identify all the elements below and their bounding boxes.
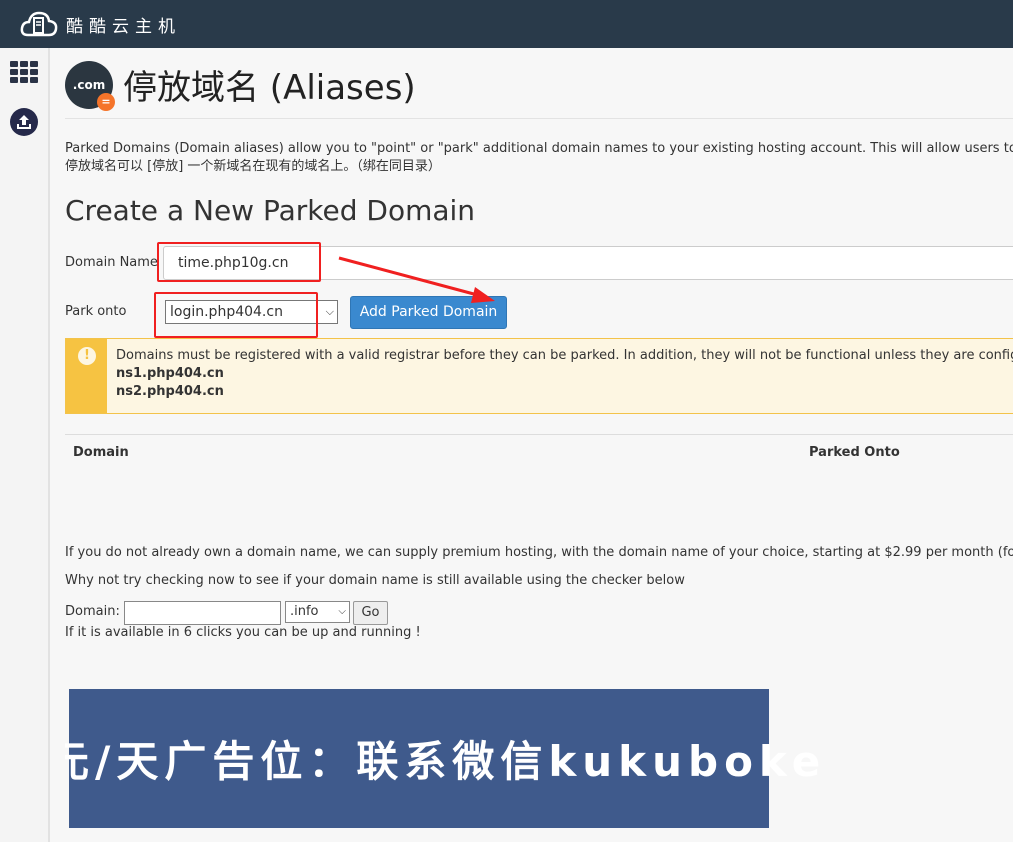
sidebar	[0, 48, 50, 842]
main-content: .com = 停放域名 (Aliases) Parked Domains (Dom…	[65, 48, 1013, 842]
cloud-server-icon	[20, 11, 58, 37]
promo-text: If you do not already own a domain name,…	[65, 545, 1013, 560]
checker-text: Why not try checking now to see if your …	[65, 573, 685, 588]
description-en: Parked Domains (Domain aliases) allow yo…	[65, 141, 1013, 156]
icon-text: .com	[72, 77, 106, 92]
upload-icon[interactable]	[10, 108, 38, 136]
alert-text: Domains must be registered with a valid …	[116, 348, 1013, 363]
divider	[65, 118, 1013, 119]
ad-banner[interactable]: 2元/天广告位：联系微信kukuboke	[65, 689, 820, 828]
nameserver-1: ns1.php404.cn	[116, 366, 224, 381]
column-domain[interactable]: Domain	[73, 445, 129, 460]
go-button[interactable]: Go	[353, 601, 388, 625]
description-cn: 停放域名可以 [停放] 一个新域名在现有的域名上。（绑在同目录）	[65, 159, 441, 174]
grid-icon[interactable]	[10, 61, 38, 83]
page-title: 停放域名 (Aliases)	[123, 68, 416, 108]
domain-com-icon: .com =	[65, 60, 115, 111]
tld-value: .info	[290, 604, 319, 619]
parked-domains-table-header: Domain Parked Onto	[65, 434, 1013, 472]
chevron-down-icon: ⌵	[338, 606, 346, 617]
park-onto-label: Park onto	[65, 304, 127, 319]
equals-badge-icon: =	[97, 92, 115, 111]
highlight-box	[157, 242, 321, 282]
section-heading: Create a New Parked Domain	[65, 194, 476, 227]
exclamation-icon: !	[78, 347, 96, 365]
chevron-down-icon: ⌵	[325, 305, 334, 318]
running-text: If it is available in 6 clicks you can b…	[65, 625, 421, 640]
arrow-annotation	[338, 256, 495, 303]
nameserver-2: ns2.php404.cn	[116, 384, 224, 399]
domain-check-label: Domain:	[65, 604, 120, 619]
domain-name-label: Domain Name	[65, 255, 158, 270]
tld-select[interactable]: .info ⌵	[285, 601, 350, 623]
warning-alert: ! Domains must be registered with a vali…	[65, 338, 1013, 414]
page-description: Parked Domains (Domain aliases) allow yo…	[65, 140, 1013, 176]
column-parked-onto[interactable]: Parked Onto	[809, 445, 900, 460]
top-bar: 酷酷云主机	[0, 0, 1013, 48]
domain-check-input[interactable]	[124, 601, 281, 625]
highlight-box	[154, 292, 318, 338]
brand-name: 酷酷云主机	[66, 16, 181, 37]
